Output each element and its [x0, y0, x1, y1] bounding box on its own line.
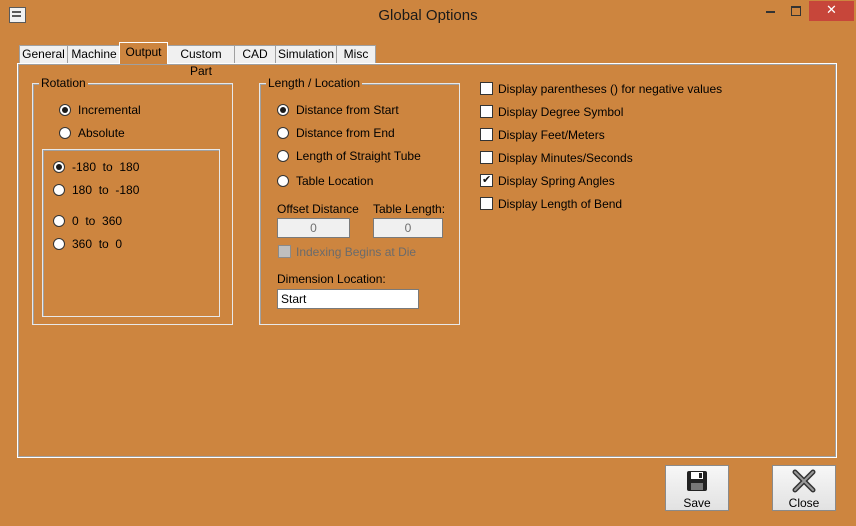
indexing-begins-label: Indexing Begins at Die	[296, 245, 417, 259]
distance-from-end-radio[interactable]	[277, 127, 289, 139]
range-180-neg180-radio[interactable]	[53, 184, 65, 196]
degree-symbol-checkbox[interactable]	[480, 105, 493, 118]
tab-cad[interactable]: CAD	[234, 45, 276, 63]
distance-from-start-radio[interactable]	[277, 104, 289, 116]
minimize-button[interactable]	[757, 1, 783, 21]
tab-output[interactable]: Output	[119, 42, 168, 64]
save-button[interactable]: Save	[665, 465, 729, 511]
length-of-bend-label: Display Length of Bend	[498, 197, 623, 211]
table-location-label: Table Location	[296, 174, 374, 188]
range-neg180-180-radio[interactable]	[53, 161, 65, 173]
window-close-button[interactable]: ✕	[809, 1, 854, 21]
table-length-input[interactable]: 0	[373, 218, 443, 238]
indexing-begins-checkbox[interactable]	[278, 245, 291, 258]
rotation-legend: Rotation	[39, 76, 88, 90]
close-label: Close	[788, 496, 820, 510]
parentheses-checkbox[interactable]	[480, 82, 493, 95]
maximize-button[interactable]	[783, 1, 809, 21]
range-0-360-radio[interactable]	[53, 215, 65, 227]
minimize-icon	[765, 10, 775, 13]
spring-angles-label: Display Spring Angles	[498, 174, 615, 188]
tab-machine[interactable]: Machine	[67, 45, 121, 63]
table-location-radio[interactable]	[277, 175, 289, 187]
absolute-label: Absolute	[78, 126, 125, 140]
title-bar: Global Options ✕	[0, 0, 856, 31]
window-title: Global Options	[378, 7, 478, 24]
close-button[interactable]: Close	[772, 465, 836, 511]
dimension-location-value: Start	[281, 292, 307, 306]
distance-from-end-label: Distance from End	[296, 126, 395, 140]
length-location-legend: Length / Location	[266, 76, 363, 90]
feet-meters-label: Display Feet/Meters	[498, 128, 605, 142]
floppy-disk-icon	[687, 471, 707, 491]
tab-custom-part[interactable]: Custom Part	[167, 45, 235, 78]
length-of-bend-checkbox[interactable]	[480, 197, 493, 210]
distance-from-start-label: Distance from Start	[296, 103, 399, 117]
degree-symbol-label: Display Degree Symbol	[498, 105, 624, 119]
dimension-location-label: Dimension Location:	[277, 272, 386, 286]
offset-distance-input[interactable]: 0	[277, 218, 350, 238]
close-icon: ✕	[826, 2, 837, 17]
incremental-label: Incremental	[78, 103, 141, 117]
tab-misc[interactable]: Misc	[336, 45, 376, 63]
feet-meters-checkbox[interactable]	[480, 128, 493, 141]
save-label: Save	[683, 496, 711, 510]
minutes-seconds-checkbox[interactable]	[480, 151, 493, 164]
offset-distance-label: Offset Distance	[277, 202, 359, 216]
tab-simulation[interactable]: Simulation	[275, 45, 337, 63]
maximize-icon	[791, 5, 801, 16]
minutes-seconds-label: Display Minutes/Seconds	[498, 151, 633, 165]
range-neg180-180-label: -180 to 180	[72, 160, 140, 174]
parentheses-label: Display parentheses () for negative valu…	[498, 82, 723, 96]
length-straight-tube-radio[interactable]	[277, 150, 289, 162]
range-180-neg180-label: 180 to -180	[72, 183, 140, 197]
range-0-360-label: 0 to 360	[72, 214, 123, 228]
length-straight-tube-label: Length of Straight Tube	[296, 149, 421, 163]
tab-general[interactable]: General	[19, 45, 68, 63]
close-x-icon	[792, 469, 816, 493]
spring-angles-checkbox[interactable]	[480, 173, 493, 187]
range-360-0-label: 360 to 0	[72, 237, 123, 251]
absolute-radio[interactable]	[59, 127, 71, 139]
rotation-range-group	[42, 149, 220, 317]
range-360-0-radio[interactable]	[53, 238, 65, 250]
incremental-radio[interactable]	[59, 104, 71, 116]
dimension-location-select[interactable]: Start	[277, 289, 419, 309]
table-length-label: Table Length:	[373, 202, 446, 216]
